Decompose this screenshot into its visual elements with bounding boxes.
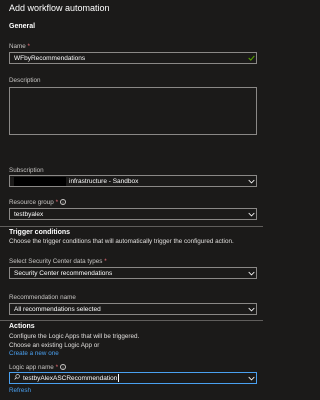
create-logic-app-link[interactable]: Create a new one [9,350,59,357]
resource-group-label: Resource group * i [9,199,67,206]
required-marker: * [55,364,59,371]
page-title: Add workflow automation [9,3,110,13]
logic-app-label: Logic app name * i [9,364,67,371]
text-cursor [118,374,120,382]
resource-group-dropdown[interactable]: testbyalex [9,208,257,220]
name-label-text: Name [9,43,26,50]
chevron-down-icon [246,268,256,278]
check-icon [246,53,256,63]
chevron-down-icon [246,304,256,314]
info-icon[interactable]: i [60,364,67,370]
subscription-value: infrastructure - Sandbox [69,177,139,185]
name-label: Name * [9,43,30,50]
name-value: WFbyRecommendations [14,54,86,62]
section-divider [0,320,263,321]
required-marker: * [55,199,59,206]
redacted-block [14,176,66,186]
resource-group-value: testbyalex [14,210,44,218]
logic-app-label-text: Logic app name [9,364,54,371]
actions-description-line1: Configure the Logic Apps that will be tr… [9,333,140,340]
logic-app-value: testbyAlexASCRecommendation [23,374,118,382]
recommendation-dropdown[interactable]: All recommendations selected [9,303,257,315]
info-icon[interactable]: i [60,199,67,205]
search-icon [14,374,23,382]
data-types-dropdown[interactable]: Security Center recommendations [9,267,257,279]
required-marker: * [27,43,30,50]
general-section-title: General [9,23,36,30]
refresh-link[interactable]: Refresh [9,387,31,394]
subscription-dropdown[interactable]: infrastructure - Sandbox [9,175,257,187]
description-textarea[interactable] [9,87,257,135]
actions-description-line2: Choose an existing Logic App or [9,342,100,349]
chevron-down-icon [246,176,256,186]
required-marker: * [104,258,107,265]
data-types-label: Select Security Center data types * [9,258,107,265]
section-divider [0,226,263,227]
chevron-down-icon [246,209,256,219]
logic-app-dropdown[interactable]: testbyAlexASCRecommendation [9,372,257,384]
trigger-description: Choose the trigger conditions that will … [9,238,234,245]
data-types-value: Security Center recommendations [14,269,113,277]
description-label: Description [9,77,41,84]
subscription-label: Subscription [9,167,44,174]
trigger-section-title: Trigger conditions [9,229,71,236]
recommendation-label: Recommendation name [9,294,76,301]
chevron-down-icon [246,373,256,383]
name-input[interactable]: WFbyRecommendations [9,52,257,64]
data-types-label-text: Select Security Center data types [9,258,103,265]
recommendation-value: All recommendations selected [14,305,101,313]
actions-section-title: Actions [9,323,35,330]
resource-group-label-text: Resource group [9,199,54,206]
